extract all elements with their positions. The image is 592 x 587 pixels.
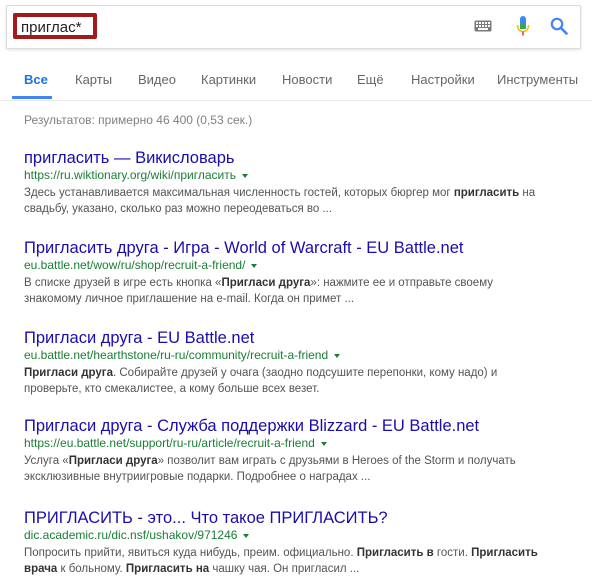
search-result: Пригласить друга - Игра - World of Warcr…: [24, 238, 569, 307]
snippet-highlight: врача: [24, 563, 58, 575]
result-title-link[interactable]: Пригласить друга - Игра - World of Warcr…: [24, 238, 569, 258]
snippet-highlight: Пригласить в: [356, 547, 434, 559]
snippet-text: Попросить прийти, явиться куда нибудь, п…: [24, 547, 357, 559]
result-url: https://eu.battle.net/support/ru-ru/arti…: [24, 436, 315, 450]
search-icon[interactable]: [550, 17, 568, 35]
result-url-row: https://ru.wiktionary.org/wiki/пригласит…: [24, 168, 569, 183]
snippet-line: свадьбу, указано, сколько раз можно пере…: [24, 201, 569, 217]
result-title-link[interactable]: Пригласи друга - EU Battle.net: [24, 328, 569, 348]
snippet-text: свадьбу, указано, сколько раз можно пере…: [24, 203, 333, 215]
search-result: Пригласи друга - EU Battle.net eu.battle…: [24, 328, 569, 397]
result-snippet: Пригласи друга. Собирайте друзей у очага…: [24, 365, 569, 397]
result-url: eu.battle.net/hearthstone/ru-ru/communit…: [24, 348, 329, 362]
url-menu-caret-icon[interactable]: [251, 263, 258, 268]
microphone-icon[interactable]: [516, 16, 530, 38]
result-title-link[interactable]: пригласить — Викисловарь: [24, 148, 569, 168]
tab-more[interactable]: Ещё: [357, 72, 384, 87]
result-snippet: Попросить прийти, явиться куда нибудь, п…: [24, 545, 569, 577]
snippet-line: эксклюзивные внутриигровые подарки. Подр…: [24, 469, 569, 485]
snippet-text: знакомому личное приглашение на e-mail. …: [24, 293, 355, 305]
tab-settings[interactable]: Настройки: [411, 72, 475, 87]
result-url: eu.battle.net/wow/ru/shop/recruit-a-frie…: [24, 258, 246, 272]
snippet-text: на: [519, 187, 536, 199]
result-title-link[interactable]: ПРИГЛАСИТЬ - это... Что такое ПРИГЛАСИТЬ…: [24, 508, 569, 528]
result-url-row: dic.academic.ru/dic.nsf/ushakov/971246: [24, 528, 569, 543]
search-result: ПРИГЛАСИТЬ - это... Что такое ПРИГЛАСИТЬ…: [24, 508, 569, 577]
result-url-row: eu.battle.net/hearthstone/ru-ru/communit…: [24, 348, 569, 363]
result-url-row: eu.battle.net/wow/ru/shop/recruit-a-frie…: [24, 258, 569, 273]
result-url-row: https://eu.battle.net/support/ru-ru/arti…: [24, 436, 569, 451]
snippet-text: Здесь устанавливается максимальная числе…: [24, 187, 454, 199]
url-menu-caret-icon[interactable]: [320, 441, 327, 446]
tab-tools[interactable]: Инструменты: [497, 72, 578, 87]
search-results-page: Все Карты Видео Картинки Новости Ещё Нас…: [0, 0, 592, 587]
snippet-text: В списке друзей в игре есть кнопка «: [24, 277, 222, 289]
snippet-highlight: Пригласи друга: [221, 277, 311, 289]
result-url: https://ru.wiktionary.org/wiki/пригласит…: [24, 168, 236, 182]
snippet-line: знакомому личное приглашение на e-mail. …: [24, 291, 569, 307]
result-snippet: Услуга «Пригласи друга» позволит вам игр…: [24, 453, 569, 485]
tab-all[interactable]: Все: [24, 72, 48, 87]
url-menu-caret-icon[interactable]: [243, 533, 250, 538]
snippet-line: В списке друзей в игре есть кнопка «Приг…: [24, 275, 569, 291]
snippet-line: Здесь устанавливается максимальная числе…: [24, 185, 569, 201]
snippet-line: проверьте, кто смекалистее, а кому больш…: [24, 381, 569, 397]
url-menu-caret-icon[interactable]: [334, 353, 341, 358]
snippet-text: эксклюзивные внутриигровые подарки. Подр…: [24, 471, 371, 483]
search-tabs: Все Карты Видео Картинки Новости Ещё Нас…: [0, 58, 592, 100]
search-box[interactable]: [6, 5, 581, 49]
snippet-highlight: Пригласи друга: [24, 367, 113, 379]
keyboard-icon[interactable]: [474, 20, 492, 32]
tab-news[interactable]: Новости: [282, 72, 332, 87]
snippet-line: Пригласи друга. Собирайте друзей у очага…: [24, 365, 569, 381]
snippet-line: Попросить прийти, явиться куда нибудь, п…: [24, 545, 569, 561]
snippet-text: . Собирайте друзей у очага (заодно подсу…: [112, 367, 498, 379]
snippet-text: » позволит вам играть с друзьями в Heroe…: [157, 455, 516, 467]
result-snippet: В списке друзей в игре есть кнопка «Приг…: [24, 275, 569, 307]
active-tab-indicator: [12, 96, 52, 99]
search-result: Пригласи друга - Служба поддержки Blizza…: [24, 416, 569, 485]
result-title-link[interactable]: Пригласи друга - Служба поддержки Blizza…: [24, 416, 569, 436]
snippet-line: Услуга «Пригласи друга» позволит вам игр…: [24, 453, 569, 469]
snippet-highlight: пригласить: [453, 187, 520, 199]
result-stats: Результатов: примерно 46 400 (0,53 сек.): [24, 113, 253, 127]
snippet-text: гости.: [433, 547, 472, 559]
snippet-text: к больному.: [57, 563, 126, 575]
snippet-highlight: Пригласить на: [125, 563, 210, 575]
tab-maps[interactable]: Карты: [75, 72, 112, 87]
snippet-highlight: Пригласи друга: [68, 455, 158, 467]
tab-video[interactable]: Видео: [138, 72, 176, 87]
result-snippet: Здесь устанавливается максимальная числе…: [24, 185, 569, 217]
search-result: пригласить — Викисловарь https://ru.wikt…: [24, 148, 569, 217]
query-highlight-box: [13, 13, 97, 39]
snippet-text: проверьте, кто смекалистее, а кому больш…: [24, 383, 320, 395]
snippet-line: врача к больному. Пригласить на чашку ча…: [24, 561, 569, 577]
snippet-text: »: нажмите ее и отправьте своему: [310, 277, 493, 289]
tab-images[interactable]: Картинки: [201, 72, 256, 87]
url-menu-caret-icon[interactable]: [241, 173, 248, 178]
tabs-divider: [0, 100, 592, 101]
snippet-text: Услуга «: [24, 455, 69, 467]
snippet-highlight: Пригласить: [471, 547, 538, 559]
result-url: dic.academic.ru/dic.nsf/ushakov/971246: [24, 528, 238, 542]
snippet-text: чашку чая. Он пригласил ...: [209, 563, 360, 575]
